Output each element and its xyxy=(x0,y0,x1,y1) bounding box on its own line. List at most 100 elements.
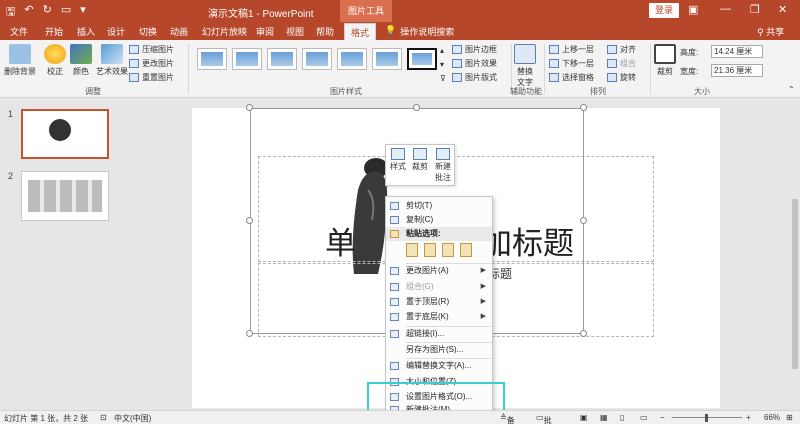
login-button[interactable]: 登录 xyxy=(649,3,680,18)
alt-text-button[interactable]: 替换文字 xyxy=(514,44,536,88)
menu-item-edit-alt-text[interactable]: 编辑替换文字(A)... xyxy=(386,359,492,373)
selection-pane-button[interactable]: 选择窗格 xyxy=(549,72,594,83)
send-backward-button[interactable]: 下移一层 xyxy=(549,58,594,69)
collapse-ribbon-icon[interactable]: ⌃ xyxy=(788,85,795,94)
menu-item-hyperlink[interactable]: 超链接(I)... xyxy=(386,327,492,341)
paste-destination-theme-icon[interactable] xyxy=(406,243,418,257)
tab-home[interactable]: 开始 xyxy=(45,25,63,38)
menu-item-copy[interactable]: 复制(C) xyxy=(386,213,492,227)
normal-view-icon[interactable]: ▣ xyxy=(580,413,588,422)
resize-handle[interactable] xyxy=(580,217,587,224)
tab-animations[interactable]: 动画 xyxy=(170,25,188,38)
picture-style-5[interactable] xyxy=(337,48,367,70)
height-input[interactable]: 14.24 厘米 xyxy=(711,45,763,58)
zoom-level[interactable]: 66% xyxy=(764,413,780,422)
artistic-effects-button[interactable]: 艺术效果 xyxy=(96,44,128,77)
paste-text-only-icon[interactable] xyxy=(460,243,472,257)
rotate-button[interactable]: 旋转 xyxy=(607,72,636,83)
resize-handle[interactable] xyxy=(246,104,253,111)
notes-button[interactable]: ≙ 备注 xyxy=(500,413,515,424)
zoom-slider-handle[interactable] xyxy=(705,414,708,422)
close-button[interactable]: ✕ xyxy=(778,3,787,16)
menu-item-save-as-picture[interactable]: 另存为图片(S)... xyxy=(386,343,492,357)
slideshow-view-icon[interactable]: ▭ xyxy=(640,413,648,422)
mini-new-comment-button[interactable]: 新建批注 xyxy=(434,148,452,183)
mini-toolbar: 样式 裁剪 新建批注 xyxy=(385,144,455,186)
color-button[interactable]: 颜色 xyxy=(70,44,92,77)
resize-handle[interactable] xyxy=(580,330,587,337)
paste-picture-icon[interactable] xyxy=(442,243,454,257)
tell-me-label: 操作说明搜索 xyxy=(400,27,455,37)
fit-to-window-icon[interactable]: ⊞ xyxy=(786,413,793,422)
spellcheck-icon[interactable]: ⊡ xyxy=(100,413,107,422)
vertical-scrollbar[interactable] xyxy=(790,99,800,410)
mini-crop-button[interactable]: 裁剪 xyxy=(412,148,428,172)
resize-handle[interactable] xyxy=(580,104,587,111)
undo-icon[interactable]: ↶ xyxy=(24,3,33,22)
tab-file[interactable]: 文件 xyxy=(10,25,28,38)
picture-effects-icon xyxy=(452,59,462,68)
gallery-scroll-up[interactable]: ▴ xyxy=(440,46,444,55)
tab-view[interactable]: 视图 xyxy=(286,25,304,38)
scrollbar-thumb[interactable] xyxy=(792,199,798,369)
zoom-in-icon[interactable]: + xyxy=(746,413,751,422)
save-icon[interactable]: 🖫 xyxy=(6,3,15,22)
picture-style-4[interactable] xyxy=(302,48,332,70)
picture-style-2[interactable] xyxy=(232,48,262,70)
bring-forward-button[interactable]: 上移一层 xyxy=(549,44,594,55)
slide-thumbnail-2[interactable] xyxy=(21,171,109,221)
slide-sorter-icon[interactable]: ▦ xyxy=(600,413,608,422)
picture-style-6[interactable] xyxy=(372,48,402,70)
tab-format[interactable]: 格式 xyxy=(344,23,377,40)
language-status[interactable]: 中文(中国) xyxy=(114,413,151,424)
crop-button[interactable]: 裁剪 xyxy=(654,44,676,77)
remove-background-button[interactable]: 删除背景 xyxy=(4,44,36,77)
picture-effects-button[interactable]: 图片效果 xyxy=(452,58,497,69)
picture-style-3[interactable] xyxy=(267,48,297,70)
resize-handle[interactable] xyxy=(413,104,420,111)
gallery-more[interactable]: ⊽ xyxy=(440,74,446,83)
menu-item-send-to-back[interactable]: 置于底层(K) ▶ xyxy=(386,310,492,324)
reading-view-icon[interactable]: ▯ xyxy=(620,413,624,422)
zoom-out-icon[interactable]: − xyxy=(660,413,665,422)
crop-label: 裁剪 xyxy=(657,67,673,76)
restore-button[interactable]: ❐ xyxy=(750,3,760,16)
change-picture-button[interactable]: 更改图片 xyxy=(129,58,174,69)
resize-handle[interactable] xyxy=(246,330,253,337)
reset-picture-button[interactable]: 重置图片 xyxy=(129,72,174,83)
menu-item-cut[interactable]: 剪切(T) xyxy=(386,199,492,213)
tab-insert[interactable]: 插入 xyxy=(77,25,95,38)
picture-layout-button[interactable]: 图片版式 xyxy=(452,72,497,83)
comments-button[interactable]: ▭ 批注 xyxy=(536,413,552,424)
slide-thumbnail-1[interactable] xyxy=(21,109,109,159)
share-button[interactable]: ⚲ 共享 xyxy=(757,25,784,38)
correct-button[interactable]: 校正 xyxy=(44,44,66,77)
present-icon[interactable]: ▭ xyxy=(61,3,71,22)
resize-handle[interactable] xyxy=(246,217,253,224)
paste-keep-source-icon[interactable] xyxy=(424,243,436,257)
gallery-scroll-down[interactable]: ▾ xyxy=(440,60,444,69)
menu-item-change-picture[interactable]: 更改图片(A) ▶ xyxy=(386,264,492,278)
menu-item-bring-to-front[interactable]: 置于顶层(R) ▶ xyxy=(386,295,492,309)
picture-style-7[interactable] xyxy=(407,48,437,70)
width-input[interactable]: 21.36 厘米 xyxy=(711,64,763,77)
picture-border-button[interactable]: 图片边框 xyxy=(452,44,497,55)
menu-item-group[interactable]: 组合(G) ▶ xyxy=(386,280,492,294)
tab-design[interactable]: 设计 xyxy=(107,25,125,38)
redo-icon[interactable]: ↻ xyxy=(43,3,52,22)
ribbon-display-icon[interactable]: ▣ xyxy=(688,3,698,16)
mini-style-button[interactable]: 样式 xyxy=(390,148,406,172)
picture-border-label: 图片边框 xyxy=(465,45,497,54)
ribbon-separator xyxy=(650,44,651,94)
tab-help[interactable]: 帮助 xyxy=(316,25,334,38)
align-button[interactable]: 对齐 xyxy=(607,44,636,55)
tab-review[interactable]: 审阅 xyxy=(256,25,274,38)
tab-transitions[interactable]: 切换 xyxy=(139,25,157,38)
tell-me-search[interactable]: 💡 操作说明搜索 xyxy=(385,25,454,38)
customize-qat-icon[interactable]: ▾ xyxy=(80,3,86,22)
minimize-button[interactable]: — xyxy=(720,3,731,15)
group-button[interactable]: 组合 xyxy=(607,58,636,69)
compress-pictures-button[interactable]: 压缩图片 xyxy=(129,44,174,55)
tab-slideshow[interactable]: 幻灯片放映 xyxy=(202,25,247,38)
picture-style-1[interactable] xyxy=(197,48,227,70)
